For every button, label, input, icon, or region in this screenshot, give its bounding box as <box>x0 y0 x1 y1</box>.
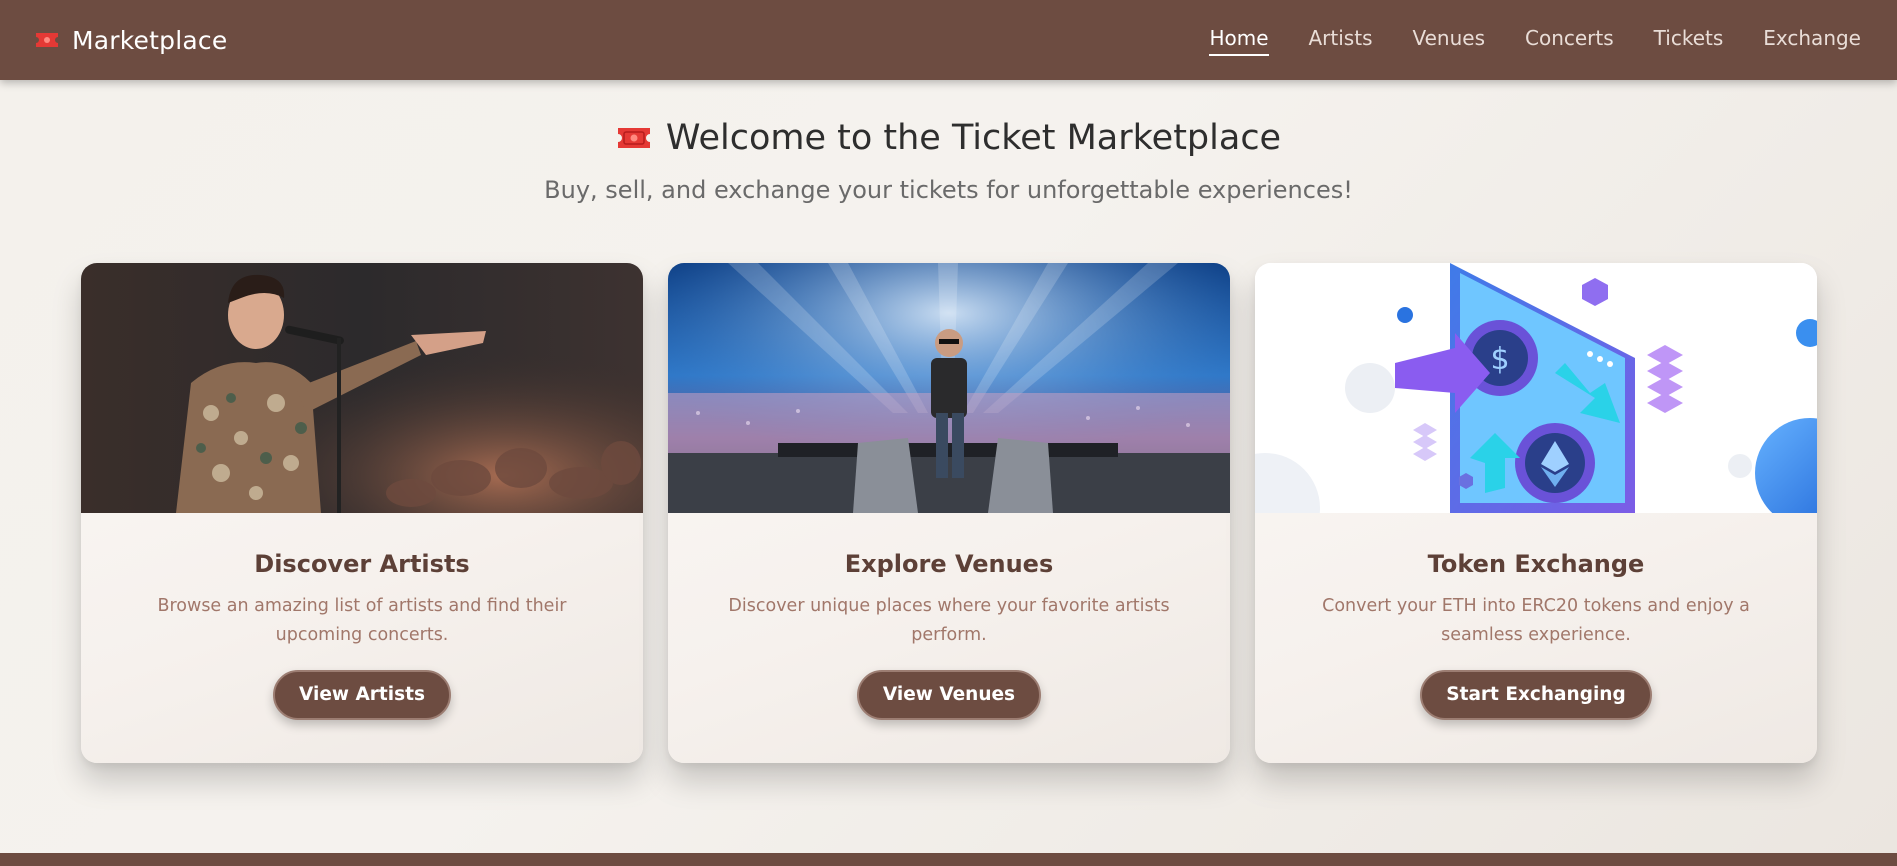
view-artists-button[interactable]: View Artists <box>273 669 451 720</box>
card-text: Discover unique places where your favori… <box>728 596 1170 645</box>
nav-artists[interactable]: Artists <box>1309 26 1373 54</box>
card-body: Explore Venues Discover unique places wh… <box>668 513 1230 763</box>
nav-venues[interactable]: Venues <box>1412 26 1485 54</box>
hero-title-row: Welcome to the Ticket Marketplace <box>0 118 1897 158</box>
card-text: Browse an amazing list of artists and fi… <box>157 596 567 645</box>
nav-exchange[interactable]: Exchange <box>1763 26 1861 54</box>
view-venues-button[interactable]: View Venues <box>856 669 1042 720</box>
card-explore-venues: Explore Venues Discover unique places wh… <box>668 263 1230 763</box>
footer-bar <box>0 853 1897 866</box>
card-token-exchange: $ Token Exchange Convert your ETH into E… <box>1255 263 1817 763</box>
card-body: Token Exchange Convert your ETH into ERC… <box>1255 513 1817 763</box>
nav-home[interactable]: Home <box>1209 26 1269 56</box>
svg-text:$: $ <box>1490 342 1509 377</box>
ticket-icon <box>34 31 60 49</box>
card-title: Explore Venues <box>844 550 1054 579</box>
nav-tickets[interactable]: Tickets <box>1654 26 1724 54</box>
card-title: Discover Artists <box>254 550 470 579</box>
brand-link[interactable]: Marketplace <box>34 26 227 55</box>
ticket-icon <box>616 125 652 151</box>
stadium-stage-photo <box>668 263 1230 513</box>
nav-concerts[interactable]: Concerts <box>1525 26 1614 54</box>
nav-links: Home Artists Venues Concerts Tickets Exc… <box>1209 26 1861 56</box>
card-body: Discover Artists Browse an amazing list … <box>81 513 643 763</box>
card-text: Convert your ETH into ERC20 tokens and e… <box>1322 596 1750 645</box>
singer-concert-photo <box>81 263 643 513</box>
hero-subtitle: Buy, sell, and exchange your tickets for… <box>544 176 1353 204</box>
brand-name: Marketplace <box>72 25 228 55</box>
hero-section: Welcome to the Ticket Marketplace Buy, s… <box>0 118 1897 204</box>
feature-cards: Discover Artists Browse an amazing list … <box>81 263 1817 763</box>
card-title: Token Exchange <box>1427 550 1645 579</box>
start-exchanging-button[interactable]: Start Exchanging <box>1420 669 1652 720</box>
hero-title: Welcome to the Ticket Marketplace <box>665 118 1282 158</box>
crypto-exchange-illustration: $ <box>1255 263 1817 513</box>
card-discover-artists: Discover Artists Browse an amazing list … <box>81 263 643 763</box>
top-navbar: Marketplace Home Artists Venues Concerts… <box>0 0 1897 80</box>
